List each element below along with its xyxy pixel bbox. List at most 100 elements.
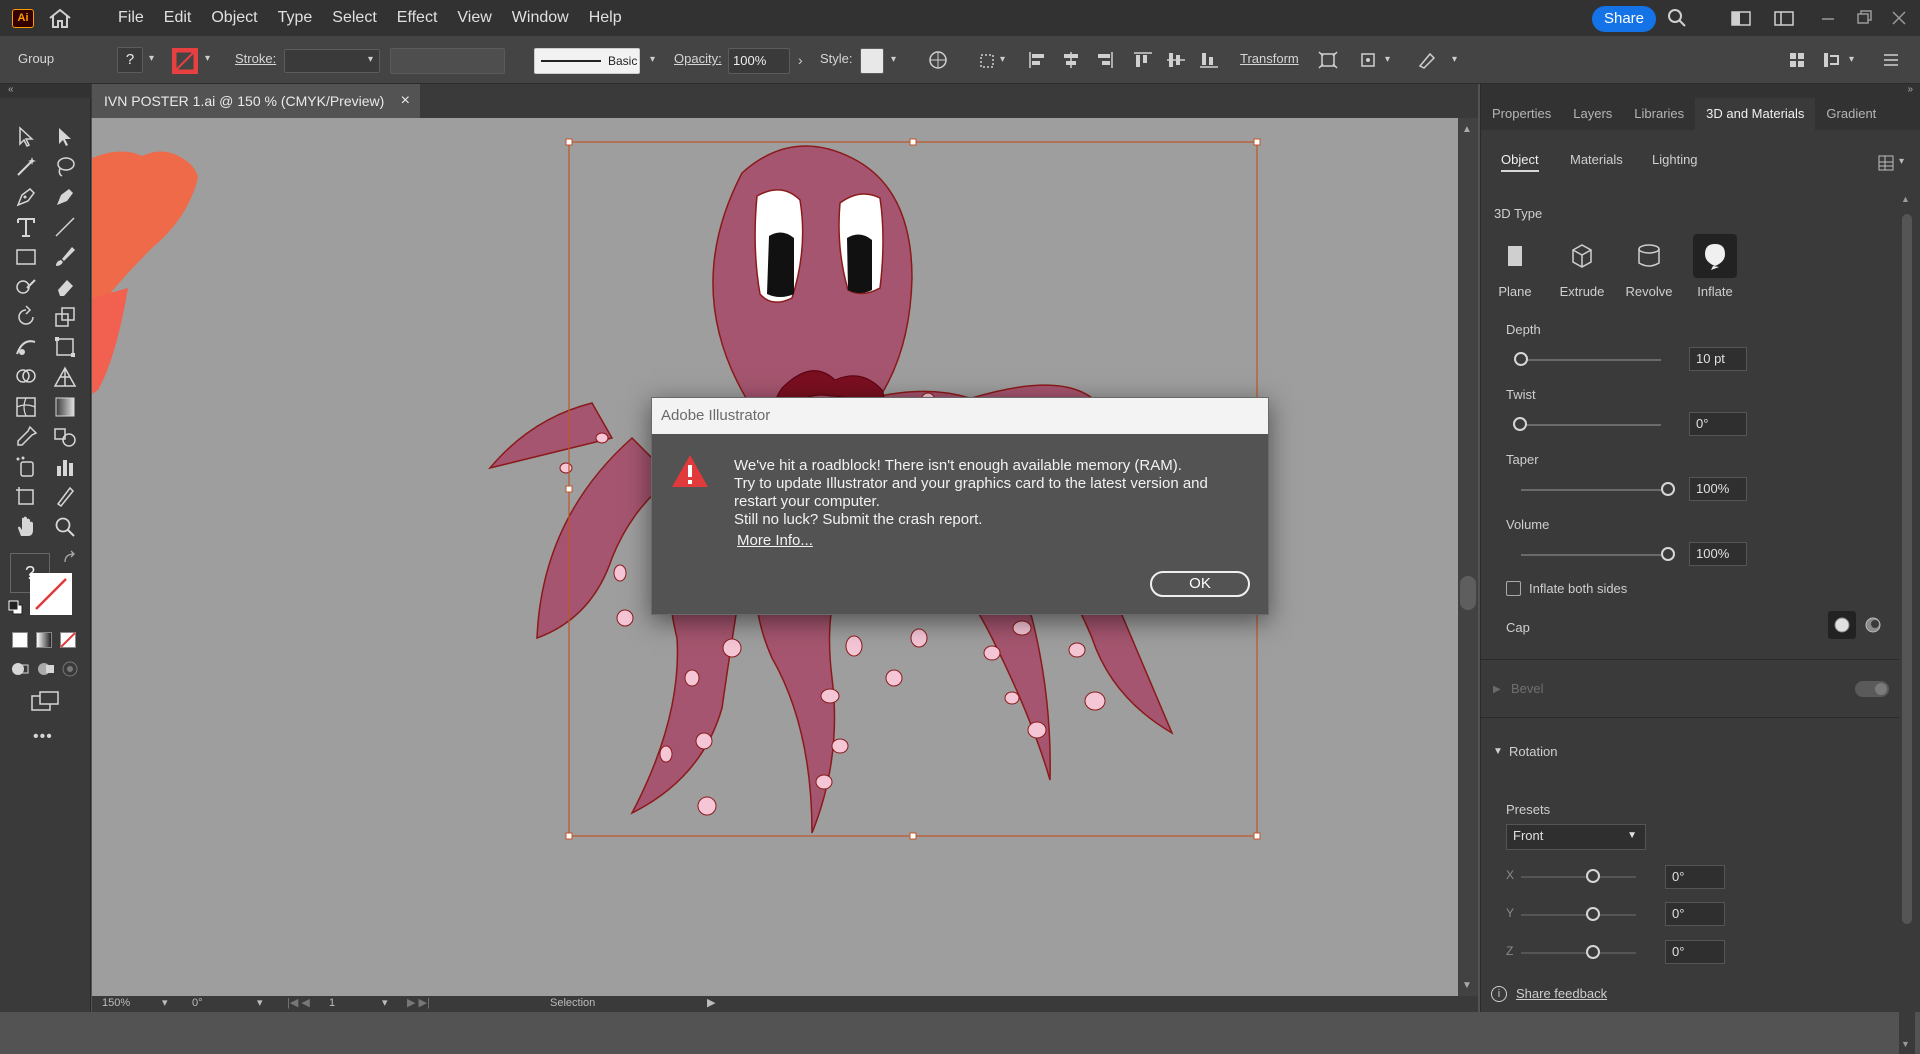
more-tools-icon[interactable]: •••: [33, 728, 53, 746]
edit-toolbar-chevron-icon[interactable]: ▾: [1452, 54, 1457, 65]
zoom-tool-icon[interactable]: [52, 514, 78, 540]
share-button[interactable]: Share: [1592, 6, 1656, 32]
panel-toggle-icon[interactable]: [1820, 50, 1842, 70]
draw-behind-icon[interactable]: [36, 660, 56, 678]
artboard-tool-icon[interactable]: [13, 484, 39, 510]
align-left-icon[interactable]: [1027, 50, 1049, 70]
shaper-tool-icon[interactable]: [13, 274, 39, 300]
free-transform-tool-icon[interactable]: [52, 334, 78, 360]
cap-off-button[interactable]: [1859, 611, 1887, 639]
rotation-z-field[interactable]: 0°: [1665, 940, 1725, 964]
opacity-arrow-icon[interactable]: ›: [798, 52, 803, 68]
panel-scrollbar[interactable]: ▲ ▼: [1899, 184, 1915, 1054]
gradient-tool-icon[interactable]: [52, 394, 78, 420]
menu-effect[interactable]: Effect: [387, 0, 448, 36]
isolate-icon[interactable]: [1317, 50, 1339, 70]
first-artboard-icon[interactable]: |◀ ◀: [287, 996, 310, 1009]
rotation-x-field[interactable]: 0°: [1665, 865, 1725, 889]
pen-tool-icon[interactable]: [13, 184, 39, 210]
column-graph-tool-icon[interactable]: [52, 454, 78, 480]
ok-button[interactable]: OK: [1150, 571, 1250, 597]
screen-mode-icon[interactable]: [30, 690, 60, 712]
hand-tool-icon[interactable]: [13, 514, 39, 540]
inflate-type-button[interactable]: [1693, 234, 1737, 278]
opacity-field[interactable]: 100%: [728, 48, 790, 74]
scroll-down-icon[interactable]: ▼: [1462, 980, 1472, 991]
panel-scroll-thumb[interactable]: [1902, 214, 1912, 924]
stroke-weight-field[interactable]: [284, 49, 380, 73]
twist-field[interactable]: 0°: [1689, 412, 1747, 436]
selection-tool-icon[interactable]: [13, 124, 39, 150]
document-tab[interactable]: IVN POSTER 1.ai @ 150 % (CMYK/Preview) ×: [92, 84, 420, 118]
rotate-tool-icon[interactable]: [13, 304, 39, 330]
recolor-artwork-icon[interactable]: [927, 50, 949, 70]
type-tool-icon[interactable]: [13, 214, 39, 240]
default-colors-icon[interactable]: [8, 600, 24, 616]
cap-on-button[interactable]: [1828, 611, 1856, 639]
toolbar-grip[interactable]: «: [0, 84, 91, 98]
subtab-object[interactable]: Object: [1501, 152, 1539, 172]
twist-slider-track[interactable]: [1521, 424, 1661, 426]
align-center-icon[interactable]: [1060, 50, 1082, 70]
search-icon[interactable]: [1666, 8, 1688, 28]
depth-field[interactable]: 10 pt: [1689, 347, 1747, 371]
mesh-tool-icon[interactable]: [13, 394, 39, 420]
transform-link[interactable]: Transform: [1240, 51, 1299, 66]
menu-type[interactable]: Type: [268, 0, 323, 36]
line-segment-tool-icon[interactable]: [52, 214, 78, 240]
rotation-x-knob[interactable]: [1586, 869, 1600, 883]
bevel-toggle[interactable]: [1855, 681, 1889, 697]
tab-gradient[interactable]: Gradient: [1815, 98, 1887, 130]
share-feedback-link[interactable]: Share feedback: [1516, 986, 1607, 1001]
tab-libraries[interactable]: Libraries: [1623, 98, 1695, 130]
color-mode-icon[interactable]: [12, 632, 28, 648]
rotation-chevron-icon[interactable]: ▾: [257, 996, 263, 1009]
stroke-label[interactable]: Stroke:: [235, 51, 276, 66]
taper-slider-knob[interactable]: [1661, 482, 1675, 496]
swap-colors-icon[interactable]: [62, 550, 78, 566]
inflate-both-sides-checkbox[interactable]: [1506, 581, 1521, 596]
puppet-warp-icon[interactable]: [1358, 50, 1380, 70]
tab-layers[interactable]: Layers: [1562, 98, 1623, 130]
rotation-value[interactable]: 0°: [192, 997, 203, 1009]
bevel-expand-icon[interactable]: ▶: [1493, 684, 1501, 695]
rectangle-tool-icon[interactable]: [13, 244, 39, 270]
restore-icon[interactable]: [1853, 8, 1875, 28]
depth-slider-knob[interactable]: [1514, 352, 1528, 366]
align-middle-icon[interactable]: [1165, 50, 1187, 70]
align-to-chevron-icon[interactable]: ▾: [1000, 54, 1005, 65]
subtab-materials[interactable]: Materials: [1570, 152, 1623, 167]
subtab-lighting[interactable]: Lighting: [1652, 152, 1698, 167]
render-settings-icon[interactable]: [1877, 154, 1895, 172]
depth-slider-track[interactable]: [1521, 359, 1661, 361]
style-chevron-icon[interactable]: ▾: [891, 54, 896, 65]
artboard-number[interactable]: 1: [329, 997, 335, 1009]
rotation-y-track[interactable]: [1521, 914, 1636, 916]
stroke-swatch-chevron-icon[interactable]: ▾: [205, 53, 210, 64]
shape-builder-tool-icon[interactable]: [13, 364, 39, 390]
workspace-icon[interactable]: [1730, 8, 1752, 28]
stroke-color-swatch[interactable]: [30, 573, 72, 615]
render-settings-chevron-icon[interactable]: ▾: [1899, 156, 1904, 167]
slice-tool-icon[interactable]: [52, 484, 78, 510]
align-top-icon[interactable]: [1132, 50, 1154, 70]
graphic-style-swatch[interactable]: [860, 48, 884, 74]
stroke-weight-chevron-icon[interactable]: ▾: [368, 54, 373, 65]
align-to-icon[interactable]: [977, 50, 999, 70]
zoom-level[interactable]: 150%: [102, 997, 130, 1009]
rotation-z-track[interactable]: [1521, 952, 1636, 954]
lasso-tool-icon[interactable]: [52, 154, 78, 180]
eraser-tool-icon[interactable]: [52, 274, 78, 300]
scroll-up-icon[interactable]: ▲: [1462, 124, 1472, 135]
vertical-scrollbar[interactable]: ▲ ▼: [1458, 118, 1478, 996]
rotation-x-track[interactable]: [1521, 876, 1636, 878]
magic-wand-tool-icon[interactable]: [13, 154, 39, 180]
status-menu-icon[interactable]: ▶: [707, 996, 715, 1009]
artboard-chevron-icon[interactable]: ▾: [382, 996, 388, 1009]
volume-field[interactable]: 100%: [1689, 542, 1747, 566]
align-bottom-icon[interactable]: [1198, 50, 1220, 70]
taper-field[interactable]: 100%: [1689, 477, 1747, 501]
menu-view[interactable]: View: [447, 0, 501, 36]
eyedropper-tool-icon[interactable]: [13, 424, 39, 450]
rotation-y-field[interactable]: 0°: [1665, 902, 1725, 926]
